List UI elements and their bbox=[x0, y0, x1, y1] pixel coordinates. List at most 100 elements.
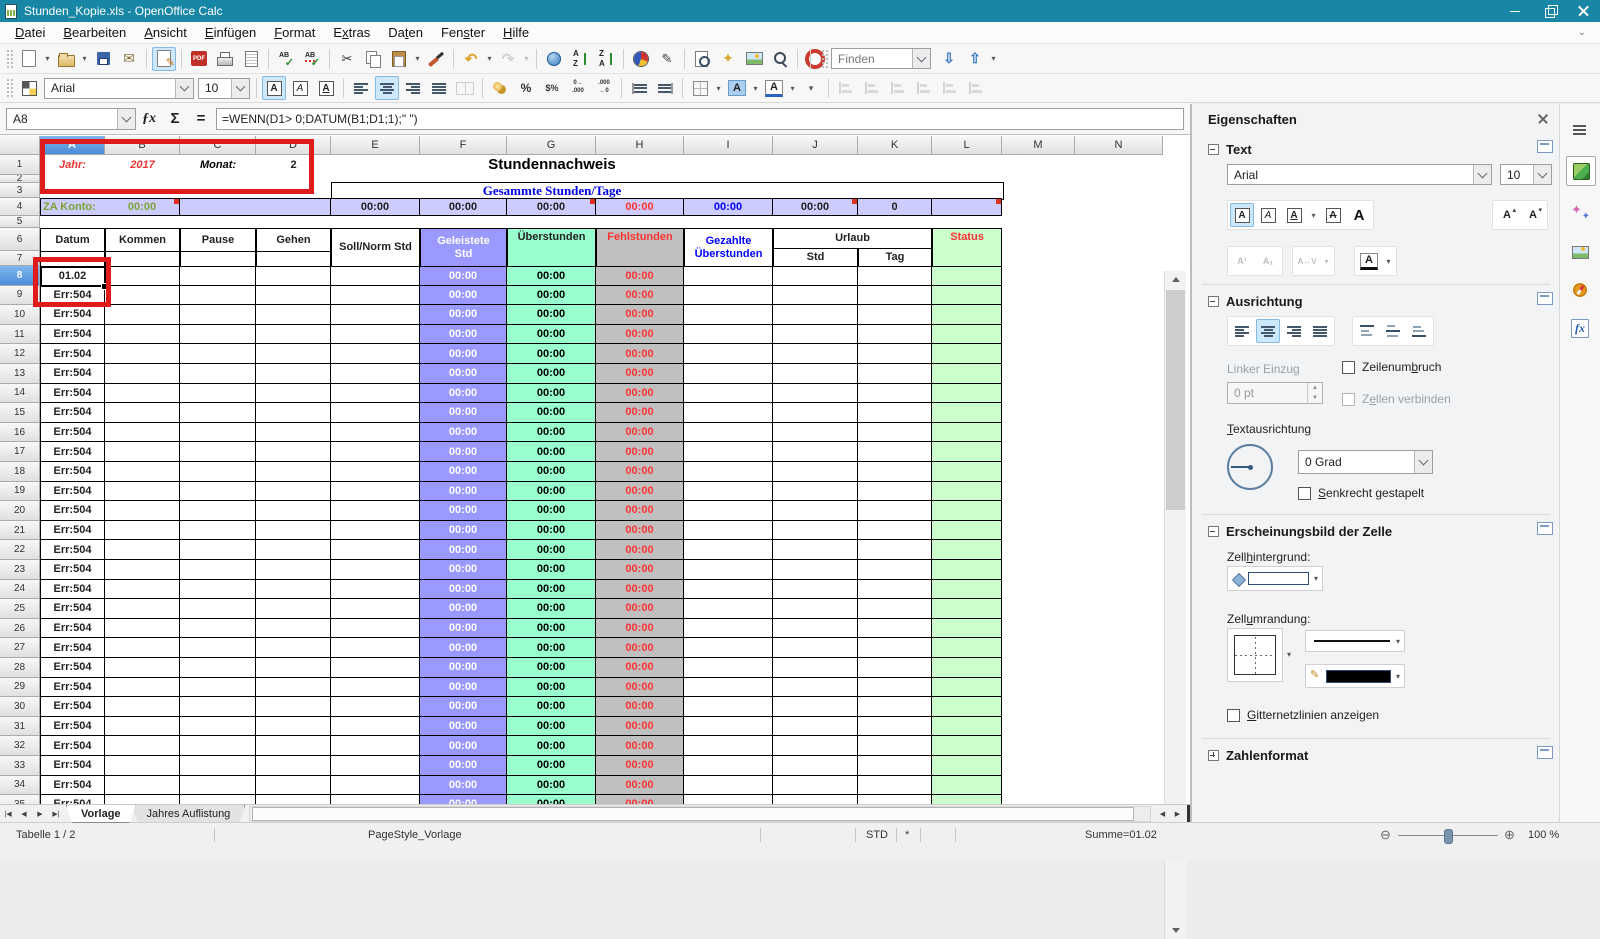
cell-L25[interactable] bbox=[932, 599, 1002, 619]
cell-D7[interactable] bbox=[256, 251, 331, 267]
cell-C8[interactable] bbox=[180, 266, 256, 286]
cell-G9[interactable]: 00:00 bbox=[507, 285, 596, 306]
cell-H16[interactable]: 00:00 bbox=[596, 422, 684, 443]
cell-E18[interactable] bbox=[331, 462, 420, 482]
cell-B31[interactable] bbox=[105, 716, 180, 737]
cell-L22[interactable] bbox=[932, 540, 1002, 560]
cell-H30[interactable]: 00:00 bbox=[596, 697, 684, 717]
cell-I15[interactable] bbox=[684, 403, 773, 423]
minimize-button[interactable] bbox=[1498, 0, 1532, 22]
decrease-font-button[interactable] bbox=[1521, 203, 1545, 227]
cell-C27[interactable] bbox=[180, 638, 256, 658]
sidebar-strikethrough-button[interactable] bbox=[1321, 203, 1345, 227]
cell-K34[interactable] bbox=[858, 775, 932, 796]
cell-B22[interactable] bbox=[105, 540, 180, 560]
cell-K12[interactable] bbox=[858, 344, 932, 364]
cell-H25[interactable]: 00:00 bbox=[596, 599, 684, 619]
cell-F26[interactable]: 00:00 bbox=[420, 618, 507, 639]
cell-E34[interactable] bbox=[331, 775, 420, 796]
cell-G12[interactable]: 00:00 bbox=[507, 344, 596, 364]
font-name-combo[interactable]: Arial bbox=[44, 77, 194, 99]
horizontal-scrollbar[interactable] bbox=[249, 806, 1151, 822]
cell-A31[interactable]: Err:504 bbox=[40, 716, 105, 737]
cell-B1[interactable]: 2017 bbox=[105, 155, 180, 175]
vertical-scrollbar-thumb[interactable] bbox=[1166, 290, 1185, 510]
cell-A30[interactable]: Err:504 bbox=[40, 697, 105, 717]
cell-H8[interactable]: 00:00 bbox=[596, 266, 684, 286]
cell-L11[interactable] bbox=[932, 324, 1002, 345]
cell-K8[interactable] bbox=[858, 266, 932, 286]
cell-C20[interactable] bbox=[180, 501, 256, 521]
collapse-icon[interactable] bbox=[1208, 526, 1219, 537]
cell-L13[interactable] bbox=[932, 364, 1002, 384]
cell-B12[interactable] bbox=[105, 344, 180, 364]
cell-D32[interactable] bbox=[256, 736, 331, 756]
align-center-button[interactable] bbox=[1256, 319, 1280, 343]
column-header-G[interactable]: G bbox=[507, 136, 596, 155]
name-box[interactable]: A8 bbox=[6, 107, 136, 130]
cell-I31[interactable] bbox=[684, 716, 773, 737]
cell-B20[interactable] bbox=[105, 501, 180, 521]
indent-spin-buttons[interactable]: ▲ ▼ bbox=[1307, 383, 1322, 403]
cell-I24[interactable] bbox=[684, 579, 773, 600]
gallery-button[interactable] bbox=[742, 47, 766, 71]
header-urlaub-std[interactable]: Std bbox=[773, 248, 858, 267]
cell-H26[interactable]: 00:00 bbox=[596, 618, 684, 639]
navigator-button[interactable] bbox=[716, 47, 740, 71]
zoom-button[interactable] bbox=[768, 47, 792, 71]
column-header-H[interactable]: H bbox=[596, 136, 684, 155]
cell-B7[interactable] bbox=[105, 251, 180, 267]
cell-A25[interactable]: Err:504 bbox=[40, 599, 105, 619]
cell-L24[interactable] bbox=[932, 579, 1002, 600]
cell-K27[interactable] bbox=[858, 638, 932, 658]
cell-A12[interactable]: Err:504 bbox=[40, 344, 105, 364]
cell-J25[interactable] bbox=[773, 599, 858, 619]
cell-C1[interactable]: Monat: bbox=[180, 155, 256, 175]
sidebar-font-name-combo[interactable]: Arial bbox=[1227, 164, 1492, 185]
cell-G26[interactable]: 00:00 bbox=[507, 618, 596, 639]
menu-hilfe[interactable]: Hilfe bbox=[494, 23, 538, 42]
cell-J10[interactable] bbox=[773, 305, 858, 325]
cell-A26[interactable]: Err:504 bbox=[40, 618, 105, 639]
cell-H34[interactable]: 00:00 bbox=[596, 775, 684, 796]
cell-J9[interactable] bbox=[773, 285, 858, 306]
italic-button[interactable] bbox=[288, 76, 312, 100]
cell-I4[interactable]: 00:00 bbox=[684, 198, 773, 216]
cell-B25[interactable] bbox=[105, 599, 180, 619]
cell-F34[interactable]: 00:00 bbox=[420, 775, 507, 796]
find-toolbar-options-icon[interactable]: ▾ bbox=[988, 47, 999, 71]
cell-K22[interactable] bbox=[858, 540, 932, 560]
cell-K19[interactable] bbox=[858, 481, 932, 502]
cell-L31[interactable] bbox=[932, 716, 1002, 737]
cell-K13[interactable] bbox=[858, 364, 932, 384]
section-number-format[interactable]: Zahlenformat bbox=[1208, 748, 1308, 763]
cell-I17[interactable] bbox=[684, 442, 773, 462]
header-status[interactable]: Status bbox=[932, 228, 1002, 267]
row-header-25[interactable]: 25 bbox=[0, 599, 40, 619]
cell-B27[interactable] bbox=[105, 638, 180, 658]
cell-A18[interactable]: Err:504 bbox=[40, 462, 105, 482]
cell-G8[interactable]: 00:00 bbox=[507, 266, 596, 286]
cell-F4[interactable]: 00:00 bbox=[420, 198, 507, 216]
show-gridlines-checkbox[interactable]: Gitternetzlinien anzeigen bbox=[1227, 708, 1379, 722]
cell-F8[interactable]: 00:00 bbox=[420, 266, 507, 286]
cell-K16[interactable] bbox=[858, 422, 932, 443]
cell-I10[interactable] bbox=[684, 305, 773, 325]
delete-decimal-place-button[interactable] bbox=[592, 76, 616, 100]
last-sheet-button[interactable]: ▶| bbox=[48, 806, 64, 822]
show-draw-functions-button[interactable] bbox=[655, 47, 679, 71]
cell-E8[interactable] bbox=[331, 266, 420, 286]
cell-K24[interactable] bbox=[858, 579, 932, 600]
cell-B17[interactable] bbox=[105, 442, 180, 462]
cell-C15[interactable] bbox=[180, 403, 256, 423]
cell-H28[interactable]: 00:00 bbox=[596, 658, 684, 678]
cell-B32[interactable] bbox=[105, 736, 180, 756]
restore-button[interactable] bbox=[1532, 0, 1566, 22]
cell-C10[interactable] bbox=[180, 305, 256, 325]
cell-H35[interactable]: 00:00 bbox=[596, 795, 684, 804]
sidebar-tab-styles[interactable] bbox=[1566, 198, 1594, 226]
cell-I27[interactable] bbox=[684, 638, 773, 658]
row-header-18[interactable]: 18 bbox=[0, 462, 40, 482]
add-decimal-place-button[interactable] bbox=[566, 76, 590, 100]
toolbar-grip[interactable] bbox=[6, 48, 13, 69]
